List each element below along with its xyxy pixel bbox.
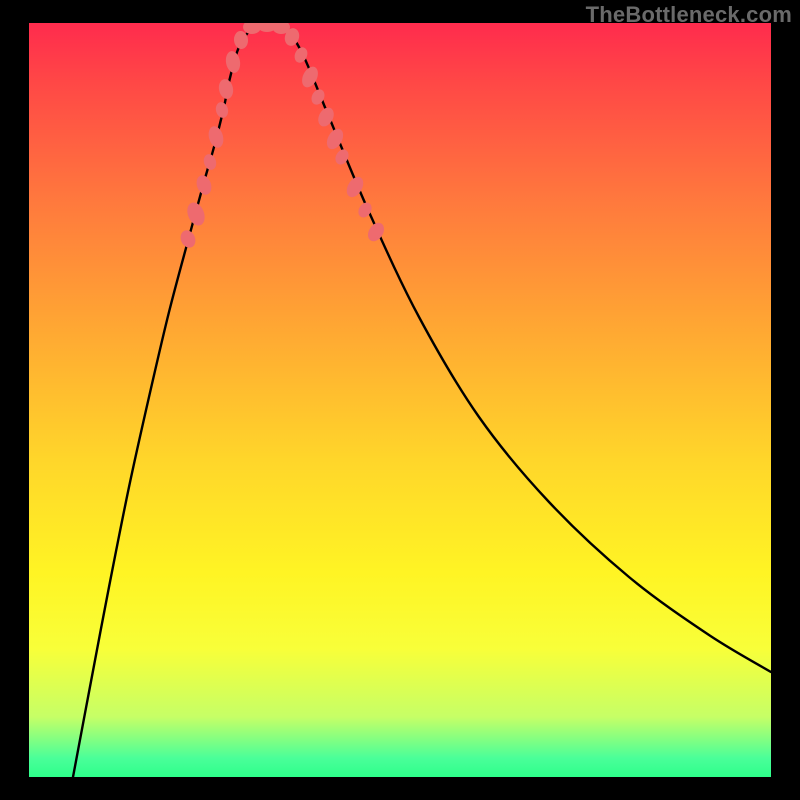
highlight-dot [365, 220, 388, 244]
chart-svg [29, 23, 771, 777]
highlight-dot [224, 50, 242, 74]
watermark-text: TheBottleneck.com [586, 2, 792, 28]
highlight-dot [214, 101, 230, 119]
highlight-dot [202, 153, 218, 172]
highlight-dot [299, 64, 321, 90]
gradient-plot-area [29, 23, 771, 777]
main-curve [73, 24, 771, 777]
highlight-dot [217, 78, 235, 100]
highlight-dot [206, 124, 226, 149]
highlight-dot [194, 173, 214, 197]
highlight-dot [184, 200, 208, 228]
highlight-dot [178, 228, 198, 250]
highlight-dots [178, 23, 387, 250]
